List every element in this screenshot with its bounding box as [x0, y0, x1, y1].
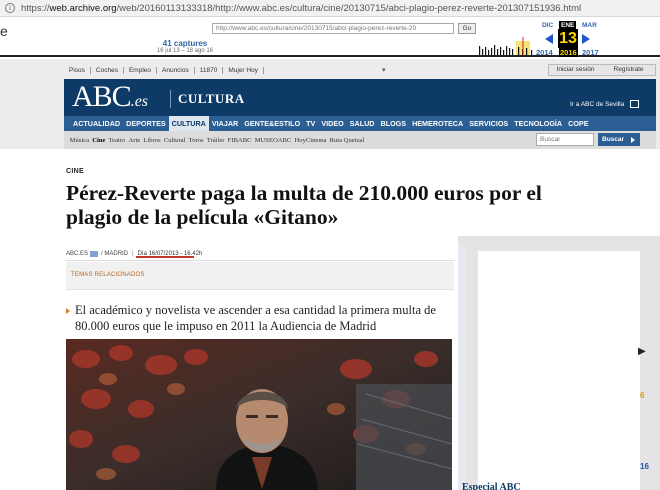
- date-underline: [136, 256, 194, 258]
- current-year: 2016: [559, 48, 578, 57]
- subnav-toros[interactable]: Toros: [187, 137, 205, 144]
- subnav-ruta-quetzal[interactable]: Ruta Quetzal: [328, 137, 366, 144]
- prev-year-link[interactable]: 2014: [536, 48, 553, 57]
- info-icon[interactable]: i: [5, 3, 15, 13]
- subnav-fibabc[interactable]: FIBABC: [226, 137, 253, 144]
- subnav-teatro[interactable]: Teatro: [107, 137, 127, 144]
- topnav-empleo[interactable]: Empleo: [124, 66, 157, 74]
- subnav-musica[interactable]: Música: [68, 137, 91, 144]
- subnav-hoycinema[interactable]: HoyCinema: [293, 137, 328, 144]
- captures-range: 16 jul 13 – 18 ago 16: [156, 48, 214, 54]
- byline-rule: [66, 260, 454, 261]
- site-header: ABC.es CULTURA Ir a ABC de Sevilla: [64, 79, 656, 116]
- url-path: /web/20160113133318/http://www.abc.es/cu…: [116, 2, 582, 14]
- nav-video[interactable]: VIDEO: [318, 116, 346, 131]
- nav-cope[interactable]: COPE: [565, 116, 591, 131]
- byline-separator: |: [132, 251, 134, 257]
- ad-slot[interactable]: ▶: [478, 251, 646, 490]
- byline-source[interactable]: ABC.ES: [66, 251, 88, 257]
- wayback-go-button[interactable]: Go: [458, 23, 476, 34]
- header-divider: [170, 90, 171, 108]
- wayback-toolbar: e http://www.abc.es/cultura/cine/2013071…: [0, 17, 660, 57]
- article-photo[interactable]: [66, 339, 452, 490]
- bullet-arrow-icon: [66, 308, 70, 314]
- abc-page: Pisos Coches Empleo Anuncios 11870 Mujer…: [0, 59, 660, 490]
- byline-slash: /: [101, 251, 103, 257]
- captures-sparkline[interactable]: [478, 37, 536, 55]
- captures-count[interactable]: 41 captures: [140, 39, 230, 48]
- logo-suffix: .es: [130, 93, 149, 110]
- logo-main: ABC: [72, 80, 132, 113]
- nav-salud[interactable]: SALUD: [347, 116, 378, 131]
- lead-text: El académico y novelista ve ascender a e…: [75, 303, 436, 333]
- nav-cultura[interactable]: CULTURA: [168, 116, 209, 131]
- external-link-icon: [630, 100, 639, 108]
- search-input[interactable]: [536, 133, 594, 146]
- nav-servicios[interactable]: SERVICIOS: [466, 116, 511, 131]
- section-title[interactable]: CULTURA: [178, 91, 245, 107]
- subnav-libros[interactable]: Libros: [142, 137, 162, 144]
- chevron-down-icon[interactable]: ▾: [382, 66, 386, 74]
- subnav-arte[interactable]: Arte: [127, 137, 142, 144]
- sevilla-link[interactable]: Ir a ABC de Sevilla: [570, 101, 624, 108]
- nav-actualidad[interactable]: ACTUALIDAD: [70, 116, 123, 131]
- prev-capture-arrow-icon[interactable]: [545, 34, 553, 44]
- subnav-cine[interactable]: Cine: [91, 137, 107, 144]
- current-day: 13: [558, 29, 578, 48]
- article-byline: ABC.ES / MADRID | Día 16/07/2013 - 16.42…: [66, 247, 454, 261]
- byline-location: MADRID: [104, 251, 129, 257]
- sidebar-edge-number-2: 16: [640, 462, 649, 471]
- main-nav: ACTUALIDAD DEPORTES CULTURA VIAJAR GENTE…: [64, 116, 656, 131]
- abc-logo[interactable]: ABC.es: [72, 82, 148, 117]
- wayback-url-input[interactable]: http://www.abc.es/cultura/cine/20130715/…: [212, 23, 454, 34]
- captures-summary[interactable]: 41 captures 16 jul 13 – 18 ago 16: [140, 39, 230, 54]
- wayback-calendar: DIC ENE MAR 13 2014 2016 2017: [536, 20, 602, 57]
- nav-tv[interactable]: TV: [303, 116, 318, 131]
- related-topics-label[interactable]: TEMAS RELACIONADOS: [71, 272, 145, 278]
- subnav-trailer[interactable]: Tráiler: [205, 137, 226, 144]
- prev-month-link[interactable]: DIC: [542, 22, 553, 29]
- address-url[interactable]: https://web.archive.org/web/201601131333…: [21, 3, 581, 14]
- login-box: Iniciar sesión Regístrate: [548, 64, 656, 76]
- wayback-logo-fragment: e: [0, 23, 8, 39]
- sub-nav: Música Cine Teatro Arte Libros Cultural …: [64, 131, 656, 149]
- topnav-anuncios[interactable]: Anuncios: [157, 66, 195, 74]
- sidebar-footer-title[interactable]: Especial ABC: [462, 482, 521, 490]
- topnav-mujer-hoy[interactable]: Mujer Hoy: [223, 66, 264, 74]
- related-topics-box: TEMAS RELACIONADOS: [66, 262, 454, 290]
- article-lead: El académico y novelista ve ascender a e…: [66, 302, 450, 334]
- search-button[interactable]: Buscar: [598, 133, 640, 146]
- topnav-pisos[interactable]: Pisos: [64, 66, 91, 74]
- next-year-link[interactable]: 2017: [582, 48, 599, 57]
- subnav-museoabc[interactable]: MUSEOABC: [253, 137, 293, 144]
- topnav-coches[interactable]: Coches: [91, 66, 124, 74]
- top-utility-nav: Pisos Coches Empleo Anuncios 11870 Mujer…: [64, 61, 656, 79]
- source-badge-icon: [90, 251, 99, 257]
- sidebar-strip: [458, 246, 466, 490]
- nav-deportes[interactable]: DEPORTES: [123, 116, 169, 131]
- url-scheme: https://: [21, 2, 50, 14]
- login-link[interactable]: Iniciar sesión: [549, 65, 602, 75]
- next-capture-arrow-icon[interactable]: [582, 34, 590, 44]
- register-link[interactable]: Regístrate: [602, 65, 655, 75]
- chevron-right-icon[interactable]: ▶: [638, 346, 646, 357]
- article-kicker[interactable]: CINE: [66, 168, 84, 175]
- nav-gente-estilo[interactable]: GENTE&ESTILO: [241, 116, 303, 131]
- nav-blogs[interactable]: BLOGS: [378, 116, 410, 131]
- article-headline: Pérez-Reverte paga la multa de 210.000 e…: [66, 181, 542, 229]
- topnav-11870[interactable]: 11870: [195, 66, 224, 74]
- next-month-link[interactable]: MAR: [582, 22, 597, 29]
- url-host: web.archive.org: [49, 2, 117, 14]
- browser-address-bar[interactable]: i https://web.archive.org/web/2016011313…: [0, 0, 660, 17]
- sidebar-edge-number-1: 6: [640, 391, 645, 400]
- subnav-cultural[interactable]: Cultural: [162, 137, 187, 144]
- nav-hemeroteca[interactable]: HEMEROTECA: [409, 116, 466, 131]
- nav-viajar[interactable]: VIAJAR: [209, 116, 241, 131]
- nav-tecnologia[interactable]: TECNOLOGÍA: [511, 116, 565, 131]
